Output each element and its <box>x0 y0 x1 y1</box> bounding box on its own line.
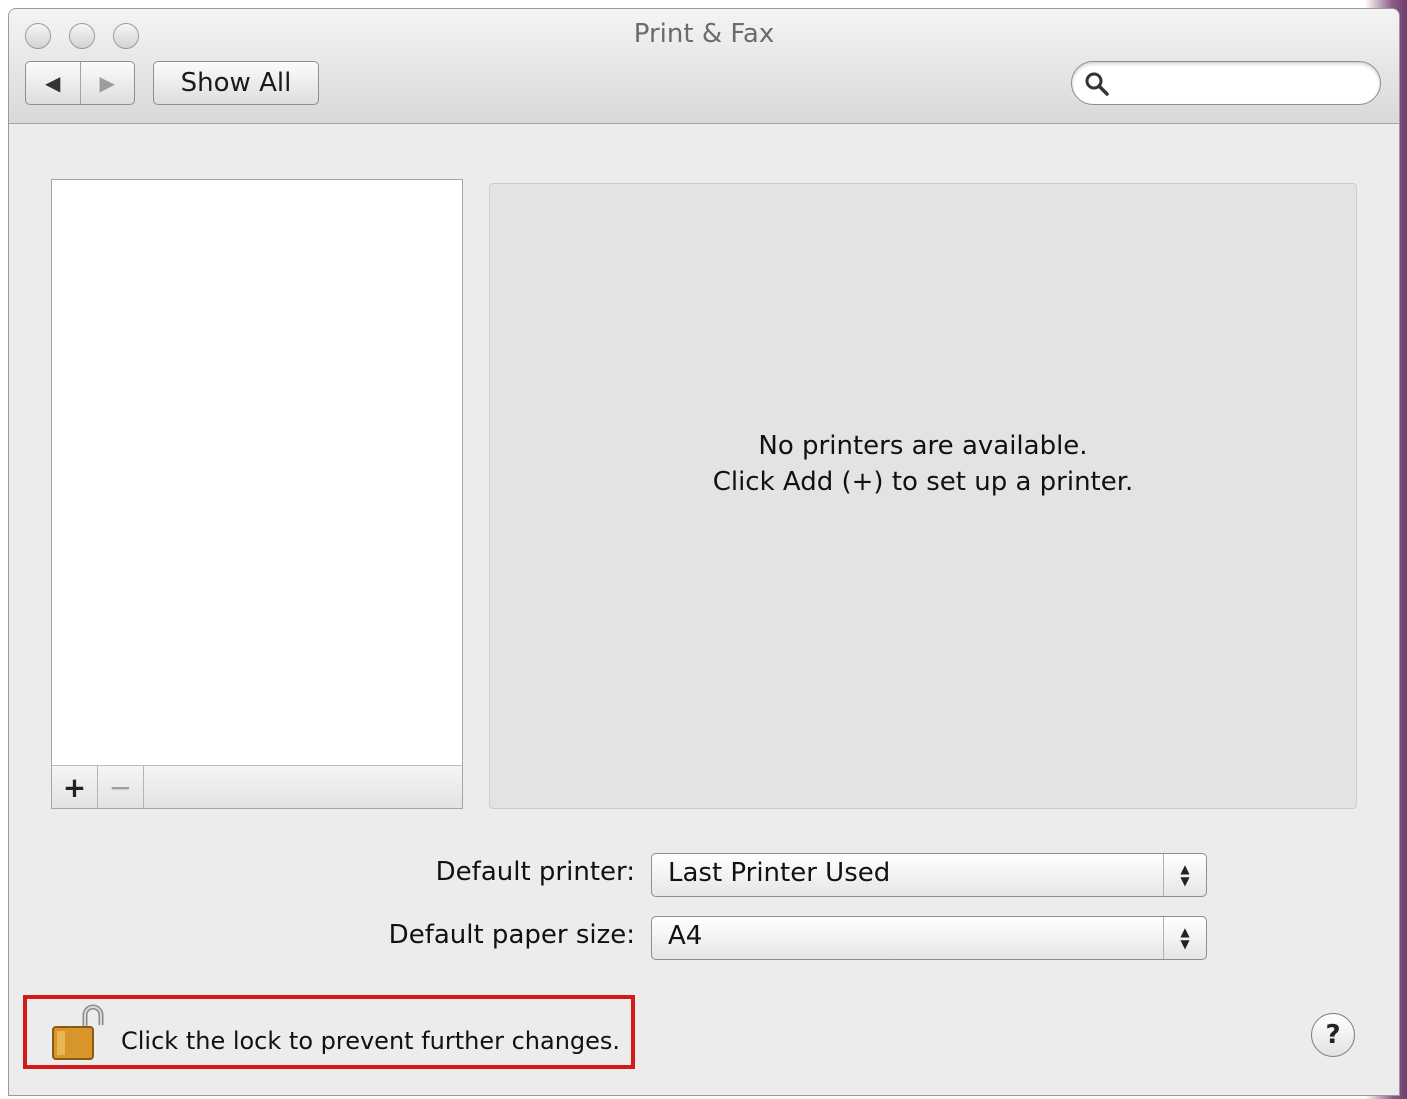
default-printer-value: Last Printer Used <box>668 858 891 888</box>
no-printers-line: No printers are available. <box>758 431 1088 461</box>
popup-stepper-icon: ▲ ▼ <box>1163 854 1206 896</box>
default-paper-size-label: Default paper size: <box>388 920 635 950</box>
default-paper-size-popup[interactable]: A4 ▲ ▼ <box>651 916 1207 960</box>
search-field[interactable] <box>1071 61 1381 105</box>
preferences-window: Print & Fax ◀ ▶ Show All + − No printers… <box>8 8 1400 1096</box>
add-printer-hint: Click Add (+) to set up a printer. <box>712 467 1134 497</box>
popup-stepper-icon: ▲ ▼ <box>1163 917 1206 959</box>
desktop-background: Print & Fax ◀ ▶ Show All + − No printers… <box>0 0 1407 1099</box>
help-button[interactable]: ? <box>1311 1013 1355 1057</box>
back-forward-control: ◀ ▶ <box>25 61 135 105</box>
unlocked-padlock-icon[interactable] <box>51 1003 107 1061</box>
lock-message[interactable]: Click the lock to prevent further change… <box>121 1027 620 1055</box>
default-printer-popup[interactable]: Last Printer Used ▲ ▼ <box>651 853 1207 897</box>
back-arrow-icon: ◀ <box>45 71 61 95</box>
remove-printer-button[interactable]: − <box>98 766 144 808</box>
printer-list-footer: + − <box>52 765 462 808</box>
no-printers-message: No printers are available. Click Add (+)… <box>490 428 1356 500</box>
title-bar: Print & Fax ◀ ▶ Show All <box>9 9 1399 124</box>
default-printer-label: Default printer: <box>435 857 635 887</box>
back-button[interactable]: ◀ <box>26 62 80 104</box>
add-printer-button[interactable]: + <box>52 766 98 808</box>
window-title: Print & Fax <box>633 19 775 49</box>
default-paper-size-value: A4 <box>668 921 703 951</box>
printer-detail-panel: No printers are available. Click Add (+)… <box>489 183 1357 809</box>
show-all-button[interactable]: Show All <box>153 61 319 105</box>
search-input[interactable] <box>1124 68 1368 100</box>
lock-area-highlight: Click the lock to prevent further change… <box>23 995 635 1069</box>
printer-list[interactable]: + − <box>51 179 463 809</box>
forward-button[interactable]: ▶ <box>79 62 135 104</box>
forward-arrow-icon: ▶ <box>99 71 115 95</box>
search-icon <box>1085 72 1109 96</box>
